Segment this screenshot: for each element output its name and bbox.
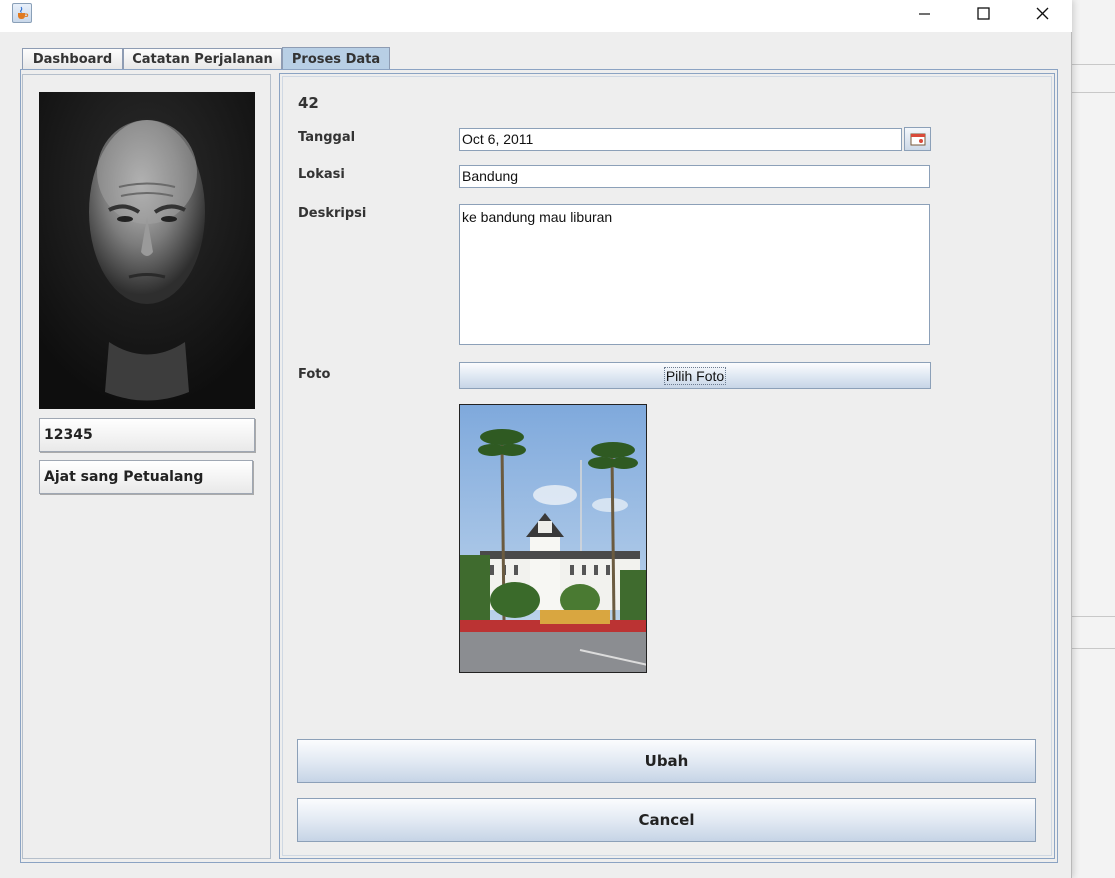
ubah-button[interactable]: Ubah bbox=[297, 739, 1036, 783]
maximize-icon bbox=[976, 6, 990, 20]
title-bar bbox=[0, 0, 1072, 32]
calendar-button[interactable] bbox=[904, 127, 931, 151]
minimize-button[interactable] bbox=[896, 0, 954, 26]
calendar-icon bbox=[910, 133, 925, 146]
tanggal-label: Tanggal bbox=[298, 130, 356, 145]
tab-catatan-perjalanan[interactable]: Catatan Perjalanan bbox=[123, 48, 282, 70]
background-divider bbox=[1072, 648, 1115, 649]
minimize-icon bbox=[919, 13, 930, 15]
tab-proses-data[interactable]: Proses Data bbox=[282, 47, 390, 71]
deskripsi-label: Deskripsi bbox=[298, 206, 367, 221]
background-divider bbox=[1072, 616, 1115, 617]
record-id: 42 bbox=[298, 94, 319, 112]
lokasi-field[interactable]: Bandung bbox=[459, 165, 930, 188]
deskripsi-textarea[interactable]: ke bandung mau liburan bbox=[459, 204, 930, 345]
close-icon bbox=[1036, 7, 1048, 19]
tanggal-field[interactable]: Oct 6, 2011 bbox=[459, 128, 902, 151]
background-divider bbox=[1072, 92, 1115, 93]
lokasi-label: Lokasi bbox=[298, 167, 345, 182]
close-button[interactable] bbox=[1013, 0, 1071, 26]
photo-preview bbox=[459, 404, 647, 673]
profile-id: 12345 bbox=[39, 418, 255, 452]
avatar bbox=[39, 92, 255, 409]
app-window: Dashboard Catatan Perjalanan Proses Data bbox=[0, 0, 1072, 878]
background-divider bbox=[1072, 64, 1115, 65]
cancel-button[interactable]: Cancel bbox=[297, 798, 1036, 842]
profile-name: Ajat sang Petualang bbox=[39, 460, 253, 494]
pilih-foto-button[interactable]: Pilih Foto bbox=[459, 362, 931, 389]
java-cup-icon[interactable] bbox=[12, 3, 32, 23]
foto-label: Foto bbox=[298, 367, 331, 382]
maximize-button[interactable] bbox=[954, 0, 1012, 26]
pilih-foto-label: Pilih Foto bbox=[663, 366, 727, 385]
tab-dashboard[interactable]: Dashboard bbox=[22, 48, 123, 70]
